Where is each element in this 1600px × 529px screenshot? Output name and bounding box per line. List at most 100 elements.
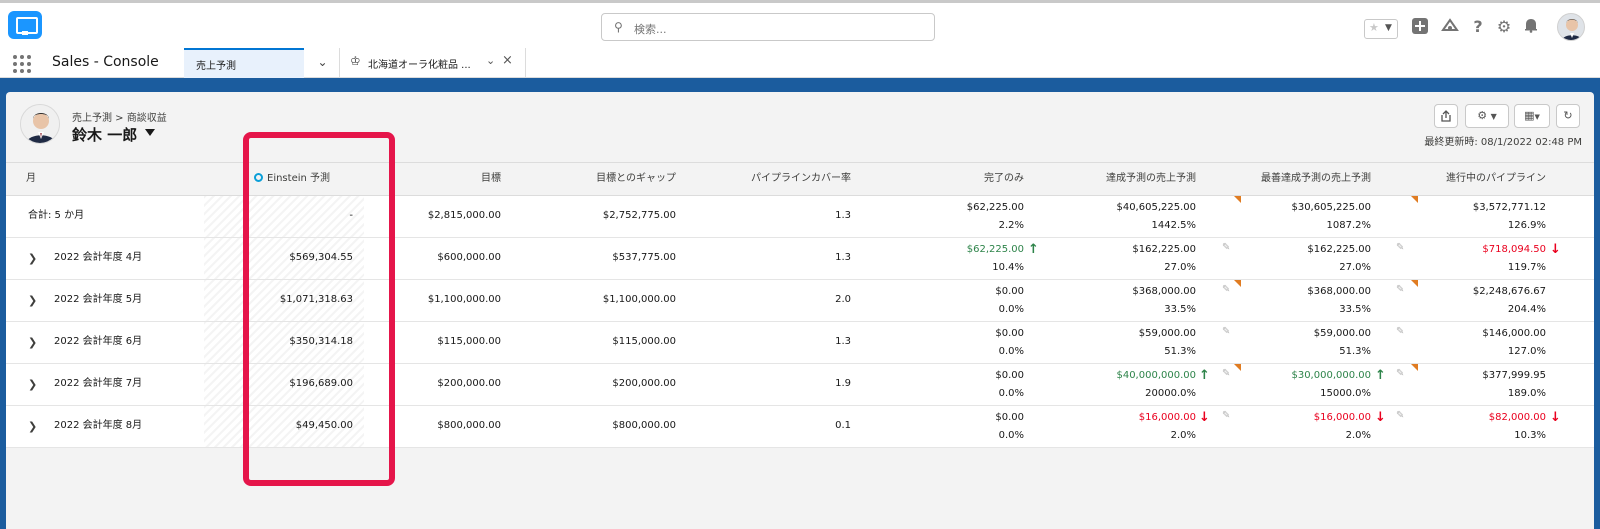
column-header-open-pipeline[interactable]: 進行中のパイプライン [1386,163,1546,195]
column-display-button[interactable]: ▦▼ [1514,104,1550,128]
tab-menu-chevron-down-icon[interactable]: ⌄ [306,48,340,78]
best-case-cell[interactable]: $59,000.00 51.3% [1211,322,1371,363]
commit-forecast-cell[interactable]: $16,000.00 2.0% [1046,406,1196,447]
app-logo-icon[interactable] [8,11,42,39]
commit-forecast-cell[interactable]: $162,225.00 27.0% [1046,238,1196,279]
commit-percent: 1442.5% [1151,220,1197,231]
commit-forecast-cell[interactable]: $40,000,000.00 20000.0% [1046,364,1196,405]
trend-down-arrow-icon: ↓ [1550,410,1561,425]
close-tab-icon[interactable]: × [502,53,513,68]
chevron-down-icon[interactable]: ⌄ [486,54,495,67]
setup-gear-icon[interactable]: ⚙ [1494,17,1514,37]
app-launcher-icon[interactable] [13,55,31,73]
target-cell[interactable]: $600,000.00 [386,238,501,279]
closed-amount: $62,225.00 [966,202,1024,213]
pipeline-amount: $377,999.95 [1482,370,1546,381]
open-pipeline-cell[interactable]: $82,000.00 10.3% [1386,406,1546,447]
owner-dropdown-caret-icon[interactable] [145,129,155,136]
open-pipeline-cell[interactable]: $377,999.95 189.0% [1386,364,1546,405]
commit-amount: $16,000.00 [1138,412,1196,423]
commit-forecast-cell[interactable]: $40,605,225.00 1442.5% [1046,196,1196,237]
tab-account[interactable]: ♔ 北海道オーラ化粧品 ... ⌄ × [340,48,526,78]
closed-amount: $0.00 [995,412,1024,423]
best-case-cell[interactable]: $30,605,225.00 1087.2% [1211,196,1371,237]
einstein-forecast-cell: - [204,196,364,237]
closed-percent: 0.0% [998,388,1024,399]
target-cell[interactable]: $800,000.00 [386,406,501,447]
commit-amount: $368,000.00 [1132,286,1196,297]
best-case-cell[interactable]: $30,000,000.00 15000.0% [1211,364,1371,405]
column-header-pipeline-coverage[interactable]: パイプラインカバー率 [686,163,851,195]
best-case-cell[interactable]: $16,000.00 2.0% [1211,406,1371,447]
settings-menu-button[interactable]: ⚙ ▼ [1465,104,1509,128]
pipeline-percent: 119.7% [1507,262,1546,273]
closed-only-cell[interactable]: $0.00 0.0% [886,280,1024,321]
target-cell[interactable]: $115,000.00 [386,322,501,363]
trend-up-arrow-icon: ↑ [1028,242,1039,257]
commit-forecast-cell[interactable]: $59,000.00 51.3% [1046,322,1196,363]
expand-row-chevron-icon[interactable]: ❯ [28,420,37,433]
expand-row-chevron-icon[interactable]: ❯ [28,294,37,307]
closed-only-cell[interactable]: $0.00 0.0% [886,364,1024,405]
help-icon[interactable]: ? [1468,17,1488,37]
notification-bell-icon[interactable] [1521,17,1541,37]
column-header-best-case-forecast[interactable]: 最善達成予測の売上予測 [1211,163,1371,195]
trailhead-icon[interactable] [1440,17,1460,37]
column-header-target[interactable]: 目標 [386,163,501,195]
commit-percent: 33.5% [1164,304,1196,315]
target-cell[interactable]: $1,100,000.00 [386,280,501,321]
table-row: ❯ 2022 会計年度 7月 $196,689.00 $200,000.00 $… [6,364,1594,406]
column-header-einstein-forecast[interactable]: Einstein 予測 [254,163,364,195]
row-month-label: 2022 会計年度 5月 [54,294,143,305]
coverage-cell: 1.9 [835,378,851,389]
open-pipeline-cell[interactable]: $718,094.50 119.7% [1386,238,1546,279]
coverage-cell: 1.3 [835,252,851,263]
column-header-commit-forecast[interactable]: 達成予測の売上予測 [1046,163,1196,195]
best-case-cell[interactable]: $368,000.00 33.5% [1211,280,1371,321]
expand-row-chevron-icon[interactable]: ❯ [28,336,37,349]
pipeline-percent: 10.3% [1514,430,1546,441]
column-header-target-gap[interactable]: 目標とのギャップ [526,163,676,195]
expand-row-chevron-icon[interactable]: ❯ [28,252,37,265]
table-row: ❯ 2022 会計年度 6月 $350,314.18 $115,000.00 $… [6,322,1594,364]
column-header-month[interactable]: 月 [26,163,206,195]
owner-avatar [20,104,60,144]
open-pipeline-cell[interactable]: $3,572,771.12 126.9% [1386,196,1546,237]
tab-forecast[interactable]: 売上予測 [184,48,304,78]
forecast-table: 月 Einstein 予測 目標 目標とのギャップ パイプラインカバー率 完了の… [6,162,1594,448]
commit-amount: $40,000,000.00 [1116,370,1196,381]
commit-amount: $40,605,225.00 [1116,202,1196,213]
table-icon: ▦ [1524,109,1535,122]
best-case-percent: 33.5% [1339,304,1371,315]
account-icon: ♔ [350,54,361,68]
commit-forecast-cell[interactable]: $368,000.00 33.5% [1046,280,1196,321]
best-case-cell[interactable]: $162,225.00 27.0% [1211,238,1371,279]
coverage-cell: 2.0 [835,294,851,305]
share-button[interactable] [1434,104,1458,128]
best-case-amount: $162,225.00 [1307,244,1371,255]
table-row-total: 合計: 5 か月 - $2,815,000.00 $2,752,775.00 1… [6,196,1594,238]
closed-only-cell[interactable]: $0.00 0.0% [886,322,1024,363]
add-icon[interactable] [1410,17,1430,37]
target-cell[interactable]: $2,815,000.00 [386,196,501,237]
table-row: ❯ 2022 会計年度 4月 $569,304.55 $600,000.00 $… [6,238,1594,280]
einstein-forecast-cell: $569,304.55 [204,238,364,279]
search-input[interactable]: ⚲ 検索... [601,13,935,41]
gap-cell: $537,775.00 [612,252,676,263]
column-header-closed-only[interactable]: 完了のみ [886,163,1024,195]
commit-amount: $59,000.00 [1138,328,1196,339]
refresh-button[interactable]: ↻ [1556,104,1580,128]
closed-only-cell[interactable]: $62,225.00 10.4% [886,238,1024,279]
expand-row-chevron-icon[interactable]: ❯ [28,378,37,391]
row-month-label: 2022 会計年度 6月 [54,336,143,347]
forecast-owner-name[interactable]: 鈴木 一郎 [72,124,137,145]
open-pipeline-cell[interactable]: $2,248,676.67 204.4% [1386,280,1546,321]
global-header: ⚲ 検索... ★ ▼ ? ⚙ [0,0,1600,48]
user-avatar[interactable] [1557,13,1585,41]
pipeline-percent: 126.9% [1507,220,1546,231]
closed-only-cell[interactable]: $0.00 0.0% [886,406,1024,447]
target-cell[interactable]: $200,000.00 [386,364,501,405]
favorites-button[interactable]: ★ ▼ [1364,19,1398,39]
closed-only-cell[interactable]: $62,225.00 2.2% [886,196,1024,237]
open-pipeline-cell[interactable]: $146,000.00 127.0% [1386,322,1546,363]
